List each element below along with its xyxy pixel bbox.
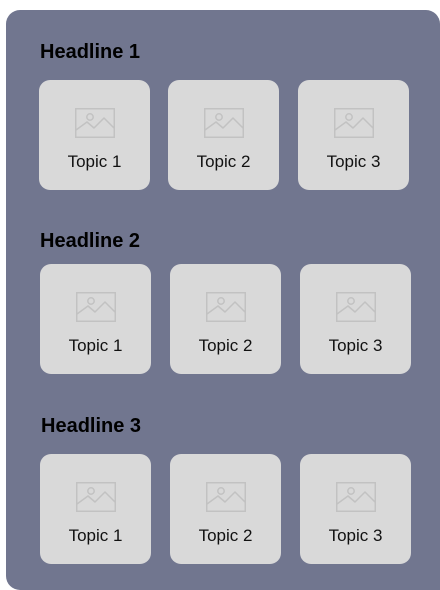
topic-card-3-3[interactable]: Topic 3 [300,454,411,564]
topic-card-3-2[interactable]: Topic 2 [170,454,281,564]
section-headline-2: Headline 2 [40,230,141,252]
image-placeholder-icon [206,482,246,512]
topic-card-1-3[interactable]: Topic 3 [298,80,409,190]
topic-label: Topic 3 [326,152,381,171]
image-placeholder-icon [76,482,116,512]
topic-label: Topic 2 [198,526,253,545]
topic-card-2-1[interactable]: Topic 1 [40,264,151,374]
topic-label: Topic 2 [196,152,251,171]
section-headline-3: Headline 3 [41,415,142,437]
topic-card-2-2[interactable]: Topic 2 [170,264,281,374]
image-placeholder-icon [206,292,246,322]
topic-label: Topic 1 [67,152,122,171]
topic-label: Topic 1 [68,526,123,545]
topic-label: Topic 1 [68,336,123,355]
image-placeholder-icon [204,108,244,138]
topic-card-3-1[interactable]: Topic 1 [40,454,151,564]
image-placeholder-icon [334,108,374,138]
image-placeholder-icon [336,482,376,512]
image-placeholder-icon [76,292,116,322]
image-placeholder-icon [336,292,376,322]
image-placeholder-icon [75,108,115,138]
topic-card-1-1[interactable]: Topic 1 [39,80,150,190]
topic-label: Topic 2 [198,336,253,355]
topic-label: Topic 3 [328,336,383,355]
topic-card-2-3[interactable]: Topic 3 [300,264,411,374]
section-headline-1: Headline 1 [40,41,141,63]
topic-card-1-2[interactable]: Topic 2 [168,80,279,190]
topic-label: Topic 3 [328,526,383,545]
topics-panel: Headline 1 Topic 1 Topic 2 Topic 3 Headl… [6,10,440,590]
